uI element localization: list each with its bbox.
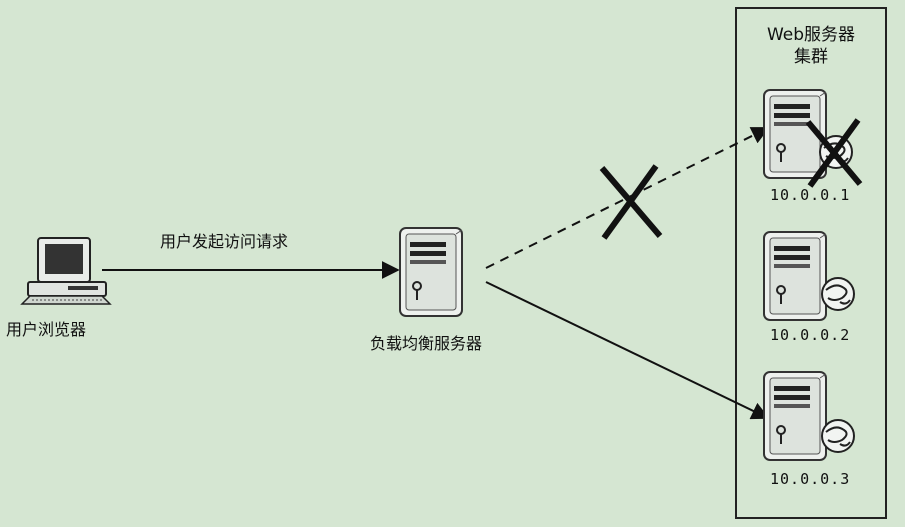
cluster-title: Web服务器 集群 [736, 24, 886, 68]
server-3-ip: 10.0.0.3 [770, 470, 851, 488]
web-server-1-icon [763, 89, 853, 179]
server-1-ip: 10.0.0.1 [770, 186, 851, 204]
web-server-3-icon [763, 371, 855, 461]
diagram-svg [20, 7, 887, 519]
browser-label: 用户浏览器 [6, 320, 87, 339]
web-server-2-icon [763, 231, 855, 321]
load-balancer-server-icon [399, 227, 463, 317]
route-blocked-cross-icon [599, 164, 663, 240]
request-label: 用户发起访问请求 [160, 232, 289, 251]
cluster-title-line1: Web服务器 [766, 25, 856, 45]
diagram-canvas: 用户发起访问请求 用户浏览器 负载均衡服务器 Web服务器 集群 10.0.0.… [0, 0, 905, 527]
cluster-title-line2: 集群 [794, 47, 828, 67]
computer-icon [20, 237, 112, 305]
active-route-arrow [485, 281, 770, 420]
server-2-ip: 10.0.0.2 [770, 326, 851, 344]
load-balancer-label: 负载均衡服务器 [370, 334, 483, 353]
